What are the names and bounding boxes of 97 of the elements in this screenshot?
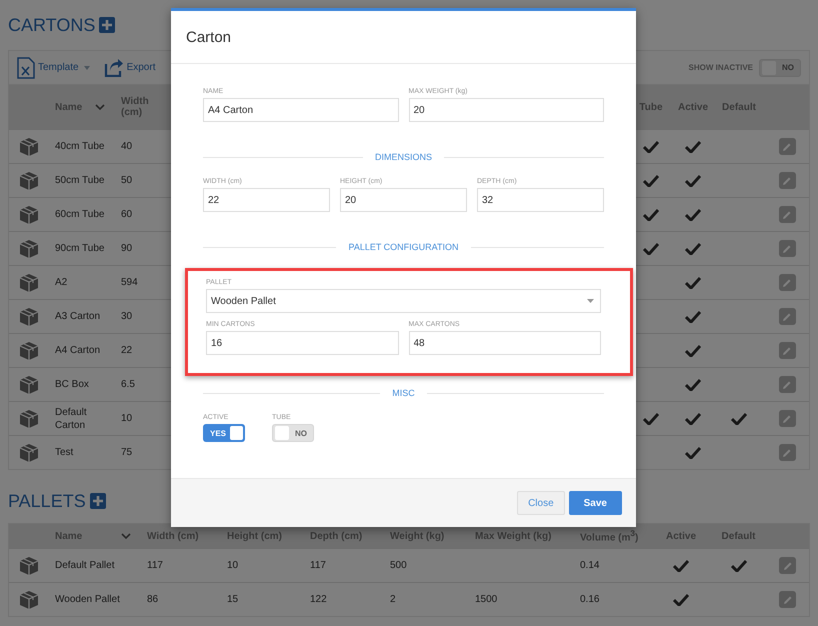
section-heading: DIMENSIONS: [375, 152, 432, 162]
template-button[interactable]: Template: [38, 62, 79, 73]
plus-icon[interactable]: [99, 17, 116, 33]
edit-button[interactable]: [778, 274, 796, 291]
spreadsheet-icon[interactable]: [17, 56, 35, 78]
plus-icon[interactable]: [90, 493, 106, 509]
box-icon: [19, 136, 39, 156]
edit-button[interactable]: [778, 410, 796, 427]
box-icon: [19, 238, 39, 258]
table-cell: 15: [227, 594, 238, 605]
input-field[interactable]: 20: [340, 188, 467, 212]
table-cell: 122: [310, 594, 327, 605]
section-heading: PALLET CONFIGURATION: [348, 242, 459, 252]
table-cell: 10: [227, 560, 238, 571]
pencil-icon: [782, 414, 792, 424]
section-heading: MISC: [392, 388, 415, 398]
table-cell: 90cm Tube: [55, 242, 104, 255]
edit-button[interactable]: [778, 444, 796, 461]
table-cell: 30: [121, 311, 132, 322]
edit-button[interactable]: [778, 342, 796, 359]
pencil-icon: [782, 278, 792, 288]
edit-button[interactable]: [779, 591, 796, 608]
section-title: CARTONS: [8, 14, 96, 36]
table-cell: 86: [147, 594, 158, 605]
table-cell: 50cm Tube: [55, 174, 104, 187]
pencil-icon: [782, 312, 792, 322]
toggle-switch[interactable]: YES: [203, 424, 245, 442]
table-cell: 60: [121, 209, 132, 220]
box-icon: [19, 170, 39, 190]
show-inactive-label: SHOW INACTIVE: [688, 63, 753, 72]
chevron-down-icon: [95, 104, 105, 110]
edit-button[interactable]: [779, 557, 796, 574]
table-cell: 117: [310, 560, 326, 571]
pencil-icon: [782, 594, 792, 604]
table-cell: BC Box: [55, 378, 89, 391]
table-cell: 22: [121, 345, 132, 356]
chevron-down-icon: [121, 533, 131, 539]
pencil-icon: [782, 142, 792, 152]
table-cell: 500: [390, 560, 407, 571]
table-cell: 90: [121, 243, 132, 254]
pencil-icon: [782, 244, 792, 254]
save-button[interactable]: Save: [568, 491, 622, 515]
pencil-icon: [782, 380, 792, 390]
edit-button[interactable]: [778, 240, 796, 257]
box-icon: [19, 340, 39, 360]
table-cell: A4 Carton: [55, 344, 100, 357]
table-cell: 2: [390, 594, 396, 605]
table-cell-text: Default Carton: [55, 406, 88, 432]
table-cell: 0.14: [580, 560, 600, 571]
table-cell: 594: [121, 277, 138, 288]
table-cell: 117: [147, 560, 163, 571]
pencil-icon: [782, 346, 792, 356]
edit-button[interactable]: [778, 206, 796, 223]
input-field[interactable]: 48: [408, 331, 601, 355]
box-icon: [19, 590, 39, 610]
share-icon[interactable]: [104, 58, 124, 76]
input-field[interactable]: 32: [477, 188, 604, 212]
box-icon: [19, 556, 39, 576]
input-field[interactable]: 16: [206, 331, 398, 355]
edit-button[interactable]: [778, 172, 796, 189]
edit-button[interactable]: [778, 376, 796, 393]
table-cell: Test: [55, 446, 74, 459]
close-button[interactable]: Close: [517, 491, 565, 515]
edit-button[interactable]: [778, 308, 796, 325]
table-cell: 40: [121, 141, 132, 152]
export-button[interactable]: Export: [126, 62, 156, 73]
caret-icon: [84, 66, 90, 70]
table-cell: 0.16: [580, 594, 600, 605]
table-cell: 75: [121, 447, 132, 458]
table-cell: A3 Carton: [55, 310, 100, 323]
box-icon: [19, 204, 39, 224]
table-cell: 50: [121, 175, 132, 186]
table-cell: 60cm Tube: [55, 208, 104, 221]
table-cell: Wooden Pallet: [55, 594, 120, 605]
table-cell: A2: [55, 276, 68, 289]
pencil-icon: [782, 448, 792, 458]
dropdown[interactable]: Wooden Pallet: [206, 289, 601, 313]
input-field[interactable]: 20: [408, 98, 604, 122]
edit-button[interactable]: [778, 138, 796, 155]
pencil-icon: [782, 560, 792, 570]
table-cell: Default Pallet: [55, 560, 114, 571]
table-cell: 6.5: [121, 379, 135, 390]
table-cell: 10: [121, 413, 132, 424]
table-cell: 40cm Tube: [55, 140, 104, 153]
input-field[interactable]: A4 Carton: [203, 98, 398, 122]
pencil-icon: [782, 210, 792, 220]
box-icon: [19, 374, 39, 394]
box-icon: [19, 408, 39, 428]
table-cell: 1500: [475, 594, 498, 605]
dialog-title: Carton: [186, 28, 232, 46]
toggle-switch[interactable]: NO: [272, 424, 314, 442]
box-icon: [19, 442, 39, 462]
input-field[interactable]: 22: [203, 188, 330, 212]
pencil-icon: [782, 176, 792, 186]
box-icon: [19, 272, 39, 292]
box-icon: [19, 306, 39, 326]
section-title: PALLETS: [8, 490, 86, 512]
